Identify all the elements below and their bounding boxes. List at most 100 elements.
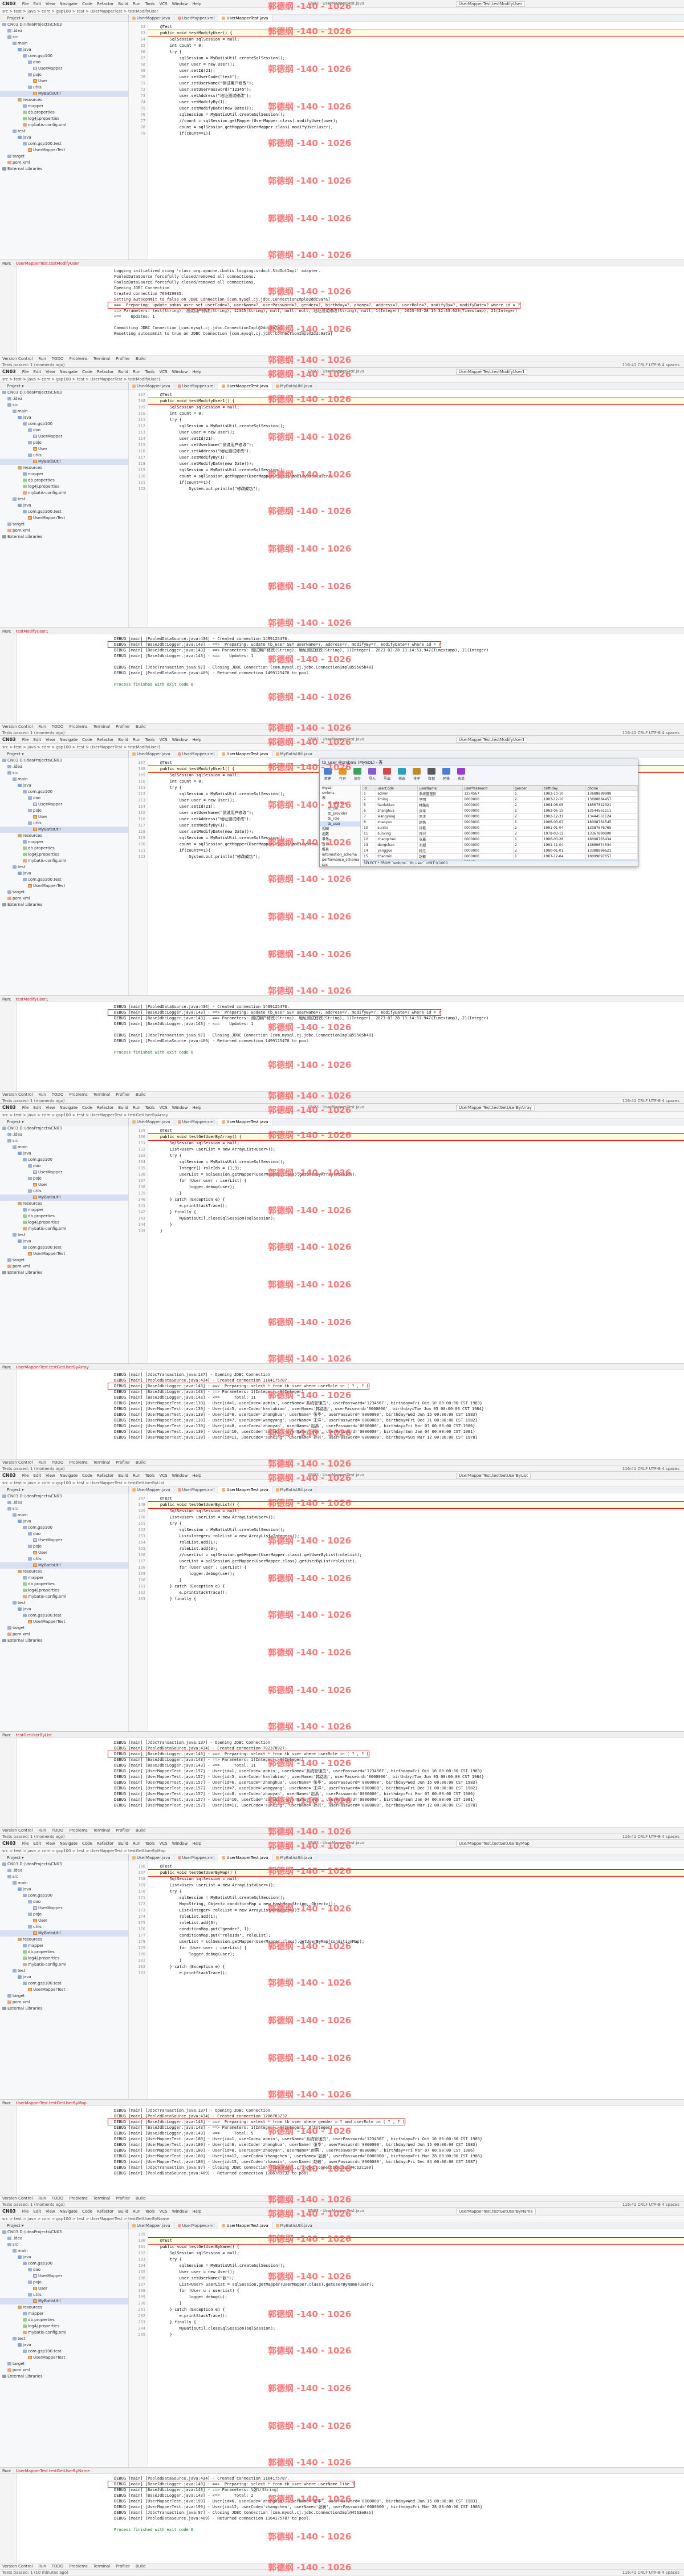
tree-item[interactable]: dao — [0, 1531, 128, 1537]
tree-item[interactable]: MyBatisUtil — [0, 459, 128, 465]
tree-item[interactable]: main — [0, 1144, 128, 1151]
tree-item[interactable]: .idea — [0, 2235, 128, 2242]
tree-item[interactable]: log4j.properties — [0, 2323, 128, 2330]
menu-code[interactable]: Code — [80, 1841, 94, 1846]
menu-refactor[interactable]: Refactor — [95, 1841, 115, 1846]
menu-vcs[interactable]: VCS — [158, 1105, 169, 1110]
db-toolbar-button[interactable]: 新建 — [322, 768, 333, 783]
menu-view[interactable]: View — [44, 1105, 57, 1110]
tab-mybatisutil-java[interactable]: MyBatisUtil.java — [272, 751, 316, 757]
tree-item[interactable]: target — [0, 521, 128, 528]
tab-usermapper-java[interactable]: UserMapper.java — [129, 1487, 174, 1493]
menu-view[interactable]: View — [44, 1841, 57, 1846]
tree-item[interactable]: CN03 D:\IdeaProjects\CN03 — [0, 758, 128, 764]
tree-item[interactable]: db.properties — [0, 477, 128, 484]
table-row[interactable]: 6 zhanghua 张华 0000000 1 1983-06-15 13544561111 — [361, 808, 638, 814]
table-row[interactable]: 8 zhaoyan 赵燕 0000000 1 1986-03-07 18098764545 — [361, 819, 638, 825]
menu-edit[interactable]: Edit — [31, 2, 43, 6]
menu-refactor[interactable]: Refactor — [95, 1105, 115, 1110]
code-editor[interactable]: @Test public void testModifyUser1() { Sq… — [148, 390, 684, 627]
tab-usermapper-xml[interactable]: UserMapper.xml — [174, 1119, 219, 1125]
tree-item[interactable]: MyBatisUtil — [0, 827, 128, 833]
tool-tab[interactable]: Profiler — [116, 724, 130, 729]
db-toolbar-button[interactable]: 排序 — [411, 768, 422, 783]
tree-item[interactable]: java — [0, 503, 128, 509]
menu-navigate[interactable]: Navigate — [58, 1841, 79, 1846]
tree-item[interactable]: UserMapperTest — [0, 515, 128, 521]
menu-file[interactable]: File — [21, 1841, 31, 1846]
tree-item[interactable]: com.gsp100.test — [0, 509, 128, 515]
tool-tab[interactable]: Profiler — [116, 357, 130, 361]
tree-item[interactable]: com.gsp100.test — [0, 1980, 128, 1987]
menu-build[interactable]: Build — [116, 738, 130, 742]
console-output[interactable]: DEBUG [main] [PooledDataSource.java:434]… — [17, 1002, 684, 1091]
tool-tab[interactable]: Build — [136, 1828, 146, 1833]
menu-run[interactable]: Run — [131, 2, 142, 6]
tree-item[interactable]: User — [0, 78, 128, 84]
menu-run[interactable]: Run — [131, 738, 142, 742]
menu-code[interactable]: Code — [80, 1105, 94, 1110]
tree-item[interactable]: mapper — [0, 839, 128, 845]
tree-item[interactable]: java — [0, 415, 128, 421]
run-config-select[interactable]: UserMapperTest.testGetUserByArray — [456, 1105, 535, 1111]
db-tree-item[interactable]: tb_role — [320, 816, 360, 821]
tab-usermapper-java[interactable]: UserMapper.java — [129, 15, 174, 21]
run-config-select[interactable]: UserMapperTest.testGetUserByList — [456, 1473, 531, 1479]
tree-item[interactable]: com.gsp100.test — [0, 2348, 128, 2355]
menu-window[interactable]: Window — [170, 1473, 190, 1478]
tree-item[interactable]: com.gsp100 — [0, 789, 128, 795]
column-header[interactable]: userPassword — [462, 785, 514, 791]
db-toolbar-button[interactable]: 筛选 — [396, 768, 408, 783]
tree-item[interactable]: .idea — [0, 1500, 128, 1506]
menu-build[interactable]: Build — [116, 1841, 130, 1846]
tool-tab[interactable]: Run — [38, 357, 46, 361]
tool-tab[interactable]: Build — [136, 1460, 146, 1465]
table-row[interactable]: 1 admin 系统管理员 1234567 1 1983-10-10 13688889999 — [361, 791, 638, 797]
run-config-name[interactable]: UserMapperTest.testModifyUser — [16, 261, 79, 266]
tree-item[interactable]: target — [0, 153, 128, 160]
tab-usermapper-xml[interactable]: UserMapper.xml — [174, 15, 219, 21]
code-editor[interactable]: @Test public void testGetUserByList() { … — [148, 1493, 684, 1731]
tree-item[interactable]: target — [0, 1625, 128, 1631]
tool-tab[interactable]: Version Control — [2, 1460, 32, 1465]
tree-item[interactable]: log4j.properties — [0, 1955, 128, 1962]
tree-item[interactable]: com.gsp100.test — [0, 141, 128, 147]
menu-navigate[interactable]: Navigate — [58, 2, 79, 6]
run-config-select[interactable]: UserMapperTest.testGetUserByMap — [456, 1841, 532, 1846]
tree-item[interactable]: utils — [0, 820, 128, 827]
tree-item[interactable]: mapper — [0, 2311, 128, 2317]
tree-item[interactable]: com.gsp100 — [0, 53, 128, 59]
tab-mybatisutil-java[interactable]: MyBatisUtil.java — [272, 383, 316, 389]
menu-code[interactable]: Code — [80, 2209, 94, 2214]
tree-item[interactable]: resources — [0, 465, 128, 471]
tool-tab[interactable]: Profiler — [116, 1092, 130, 1097]
tool-tab[interactable]: Terminal — [93, 2196, 111, 2201]
tool-tab[interactable]: Run — [38, 1828, 46, 1833]
tree-item[interactable]: dao — [0, 2267, 128, 2273]
tool-tab[interactable]: Problems — [69, 357, 87, 361]
tree-item[interactable]: User — [0, 814, 128, 820]
tree-item[interactable]: External Libraries — [0, 166, 128, 172]
tree-item[interactable]: java — [0, 2254, 128, 2261]
tree-item[interactable]: com.gsp100.test — [0, 877, 128, 883]
tree-item[interactable]: mapper — [0, 1207, 128, 1213]
menu-help[interactable]: Help — [190, 738, 203, 742]
menu-build[interactable]: Build — [116, 2209, 130, 2214]
tool-tab[interactable]: Run — [38, 1092, 46, 1097]
tree-item[interactable]: java — [0, 1606, 128, 1613]
tree-item[interactable]: MyBatisUtil — [0, 2298, 128, 2304]
tree-item[interactable]: test — [0, 128, 128, 135]
tree-item[interactable]: java — [0, 1974, 128, 1980]
tree-item[interactable]: MyBatisUtil — [0, 1194, 128, 1201]
column-header[interactable]: userCode — [376, 785, 418, 791]
tree-item[interactable]: pom.xml — [0, 160, 128, 166]
project-panel-header[interactable]: Project ▾ — [0, 2222, 129, 2229]
table-row[interactable]: 13 dengchao 邓超 0000000 2 1981-11-04 1368967453… — [361, 842, 638, 848]
tree-item[interactable]: src — [0, 770, 128, 776]
tool-tab[interactable]: Terminal — [93, 1460, 111, 1465]
tree-item[interactable]: mybatis-config.xml — [0, 122, 128, 128]
tree-item[interactable]: target — [0, 1257, 128, 1263]
console-output[interactable]: DEBUG [main] [JdbcTransaction.java:137] … — [17, 1738, 684, 1827]
table-row[interactable]: 5 hanlubiao 韩路彪 0000000 2 1984-06-05 185675423… — [361, 802, 638, 808]
menu-code[interactable]: Code — [80, 738, 94, 742]
